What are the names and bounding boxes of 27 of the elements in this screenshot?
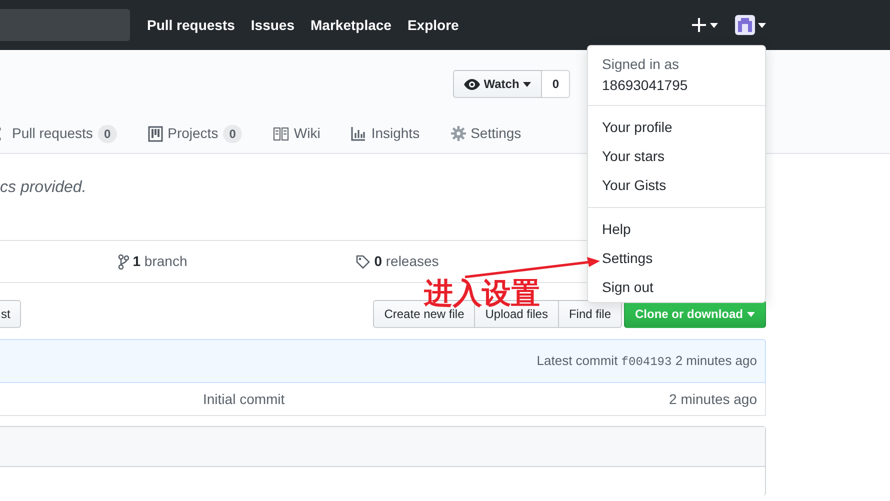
file-button[interactable]: Find file — [558, 300, 622, 328]
repo-tab[interactable]: Projects 0 — [148, 111, 242, 153]
repo-tab[interactable]: Insights — [351, 111, 420, 153]
repo-description: cs provided. — [0, 179, 86, 196]
menu-item[interactable]: Your stars — [588, 142, 765, 171]
repo-tab[interactable]: Pull requests 0 — [0, 111, 117, 153]
file-age: 2 minutes ago — [669, 390, 757, 409]
watch-count[interactable]: 0 — [542, 70, 570, 98]
repo-tab[interactable]: Wiki — [272, 111, 320, 153]
repo-tab[interactable]: Settings — [450, 111, 522, 153]
nav-link[interactable]: Issues — [250, 14, 295, 36]
signed-in-label: Signed in as — [602, 55, 680, 74]
nav-link[interactable]: Explore — [407, 14, 459, 36]
pull-request-button[interactable]: st — [0, 300, 22, 328]
menu-item[interactable]: Your Gists — [588, 171, 765, 200]
menu-item[interactable]: Sign out — [588, 273, 765, 302]
watch-button[interactable]: Watch — [452, 70, 542, 98]
commit-message[interactable]: Initial commit — [203, 388, 285, 410]
latest-commit-text: Latest commit f004193 2 minutes ago — [536, 352, 757, 371]
menu-item[interactable]: Help — [588, 215, 765, 244]
menu-item[interactable]: Settings — [588, 244, 765, 273]
nav-link[interactable]: Marketplace — [310, 14, 392, 36]
menu-item[interactable]: Your profile — [588, 113, 765, 142]
username: 18693041795 — [602, 76, 689, 95]
summary-link[interactable]: 0 releases — [374, 251, 439, 272]
nav-link[interactable]: Pull requests — [147, 14, 235, 36]
summary-link[interactable]: 1 branch — [132, 251, 188, 272]
